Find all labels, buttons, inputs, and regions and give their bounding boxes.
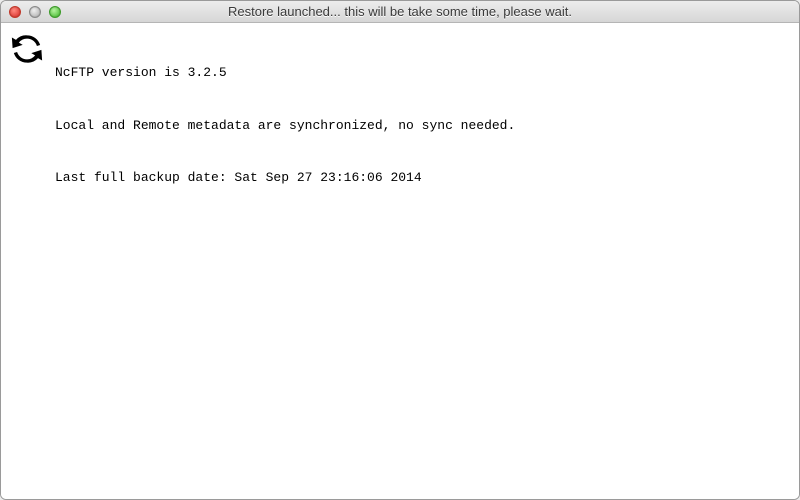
log-line: Last full backup date: Sat Sep 27 23:16:… <box>55 169 515 187</box>
log-line: NcFTP version is 3.2.5 <box>55 64 515 82</box>
close-button[interactable] <box>9 6 21 18</box>
log-output: NcFTP version is 3.2.5 Local and Remote … <box>55 29 515 222</box>
zoom-button[interactable] <box>49 6 61 18</box>
minimize-button[interactable] <box>29 6 41 18</box>
app-window: Restore launched... this will be take so… <box>0 0 800 500</box>
window-controls <box>1 6 61 18</box>
log-line: Local and Remote metadata are synchroniz… <box>55 117 515 135</box>
sync-icon <box>9 31 45 72</box>
titlebar[interactable]: Restore launched... this will be take so… <box>1 1 799 23</box>
content-area: NcFTP version is 3.2.5 Local and Remote … <box>1 23 799 499</box>
window-title: Restore launched... this will be take so… <box>1 4 799 19</box>
